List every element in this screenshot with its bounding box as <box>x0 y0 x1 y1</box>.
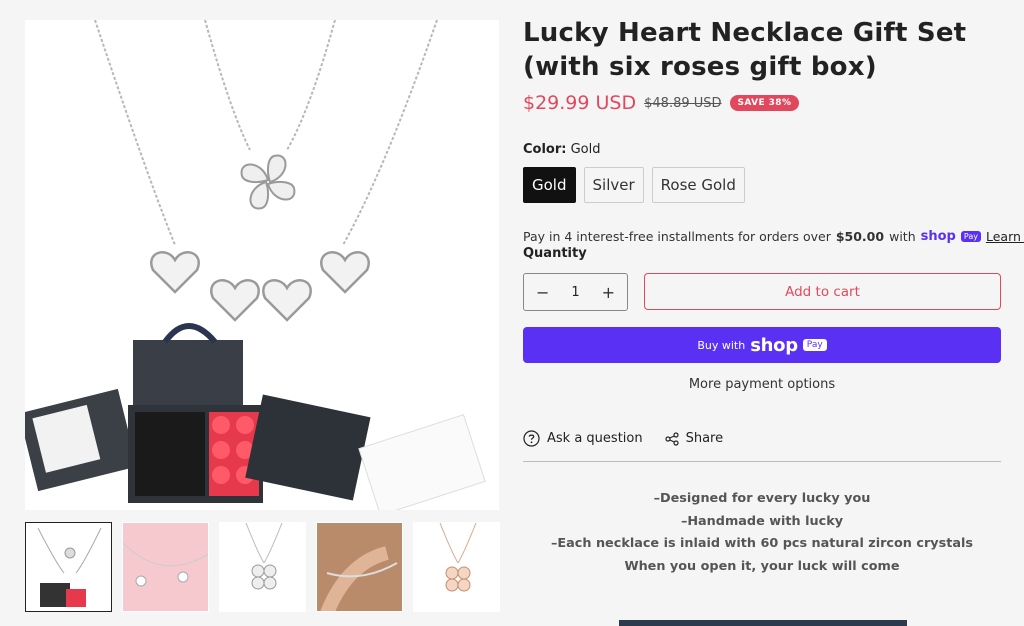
ask-question-label: Ask a question <box>547 431 643 446</box>
shop-pay-logo: shop <box>920 229 956 244</box>
thumbnail-2[interactable] <box>122 522 209 612</box>
description-line: –Handmade with lucky <box>680 513 844 529</box>
pay-chip: Pay <box>802 339 827 351</box>
thumbnail-silver-clover-image <box>245 523 283 590</box>
product-info: Lucky Heart Necklace Gift Set (with six … <box>523 16 1024 578</box>
add-to-cart-button[interactable]: Add to cart <box>644 273 1001 310</box>
main-product-image[interactable] <box>25 20 499 510</box>
thumbnail-gallery <box>25 522 500 612</box>
installments-line: Pay in 4 interest-free installments for … <box>523 229 1024 244</box>
color-label-text: Color: <box>523 142 567 157</box>
buy-with-text: Buy with <box>697 338 746 352</box>
color-selected-value: Gold <box>570 142 601 157</box>
ask-question-button[interactable]: Ask a question <box>523 430 643 447</box>
sale-price: $29.99 USD <box>523 92 637 114</box>
shop-pay-chip: Pay <box>960 231 981 242</box>
share-button[interactable]: Share <box>664 431 724 446</box>
installments-amount: $50.00 <box>835 229 885 244</box>
quantity-decrease-button[interactable]: − <box>536 283 549 302</box>
share-label: Share <box>685 431 724 446</box>
quantity-increase-button[interactable]: + <box>602 283 615 302</box>
quantity-input[interactable]: 1 <box>571 285 579 300</box>
product-page: Lucky Heart Necklace Gift Set (with six … <box>0 0 1024 626</box>
thumbnail-5[interactable] <box>413 522 500 612</box>
thumbnail-pink-necklace-image <box>123 523 208 611</box>
description-line: When you open it, your luck will come <box>624 558 900 574</box>
description-line: –Designed for every lucky you <box>653 491 871 506</box>
thumbnail-4[interactable] <box>316 522 403 612</box>
quantity-stepper: − 1 + <box>523 273 628 311</box>
product-title: Lucky Heart Necklace Gift Set (with six … <box>523 18 967 82</box>
save-badge: SAVE 38% <box>729 95 800 111</box>
installments-with: with <box>889 229 916 244</box>
price-row: $29.99 USD $48.89 USD SAVE 38% <box>523 92 1003 114</box>
thumbnail-3[interactable] <box>219 522 306 612</box>
color-option-silver[interactable]: Silver <box>583 167 644 203</box>
question-share-row: Ask a question Share <box>523 430 1001 462</box>
compare-price: $48.89 USD <box>644 95 722 111</box>
buy-with-shop-pay-button[interactable]: Buy with shop Pay <box>523 327 1001 363</box>
question-circle-icon <box>523 430 540 447</box>
thumbnail-1[interactable] <box>25 522 112 612</box>
quantity-label: Quantity <box>523 246 587 261</box>
necklace-gift-set-image <box>25 20 486 510</box>
more-payment-options-link[interactable]: More payment options <box>523 377 1001 392</box>
color-label: Color: Gold <box>523 142 1003 157</box>
thumbnail-gift-set-image <box>37 527 102 607</box>
description-image-top <box>619 620 907 626</box>
installments-text: Pay in 4 interest-free installments for … <box>523 229 831 244</box>
color-option-gold[interactable]: Gold <box>523 167 576 203</box>
thumbnail-hand-wearing-image <box>317 523 402 611</box>
color-option-rose-gold[interactable]: Rose Gold <box>651 167 745 203</box>
quantity-row: − 1 + Add to cart <box>523 273 1003 311</box>
learn-more-link[interactable]: Learn more <box>986 229 1024 244</box>
share-icon <box>664 431 679 446</box>
color-options: Gold Silver Rose Gold <box>523 167 1003 203</box>
product-description: –Designed for every lucky you –Handmade … <box>523 488 1001 578</box>
description-line: –Each necklace is inlaid with 60 pcs nat… <box>551 536 973 551</box>
shop-logo: shop <box>750 334 798 356</box>
thumbnail-rose-gold-image <box>439 523 477 592</box>
